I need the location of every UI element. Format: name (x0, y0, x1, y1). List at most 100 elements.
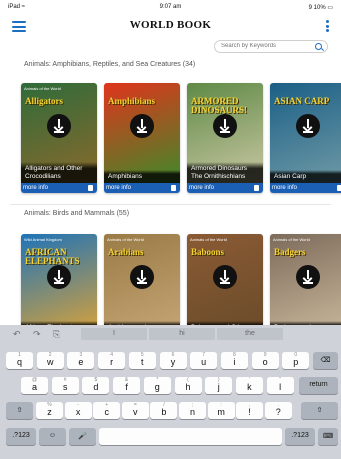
more-info-link[interactable]: more info (270, 183, 341, 193)
paste-icon[interactable]: ⎘ (53, 329, 60, 340)
search-field[interactable] (214, 40, 328, 53)
key-v[interactable]: = v (121, 402, 149, 419)
key-c[interactable]: + c (93, 402, 121, 419)
key-char: j (217, 382, 220, 392)
key-l[interactable]: " l (266, 377, 294, 394)
delete-key[interactable]: ⌫ (313, 352, 338, 369)
book-card[interactable]: Amphibians Amphibians more info (104, 83, 180, 193)
key-a[interactable]: @ a (21, 377, 48, 394)
book-cover[interactable]: Wild Animal KingdomAFRICAN ELEPHANTSAfri… (21, 234, 97, 334)
hide-keyboard-icon: ⌨ (322, 433, 334, 440)
cover-title: Alligators (25, 96, 63, 106)
download-icon[interactable] (296, 114, 320, 138)
download-icon[interactable] (296, 265, 320, 289)
key-char: c (104, 407, 109, 417)
key-char: ? (275, 407, 281, 417)
book-cover[interactable]: Animals of the World Alligators Alligators… (21, 83, 97, 183)
search-input[interactable] (221, 43, 317, 49)
search-icon[interactable] (315, 43, 322, 50)
book-cover[interactable]: ARMORED DINOSAURS! Armored Dinosaurs The … (187, 83, 263, 183)
download-icon[interactable] (130, 114, 154, 138)
book-cover[interactable]: ASIAN CARP Asian Carp (270, 83, 341, 183)
key-u[interactable]: 7u (190, 352, 218, 369)
key-f[interactable]: & f (113, 377, 141, 394)
more-info-label: more info (106, 185, 132, 191)
suggestion-3[interactable]: the (217, 328, 283, 340)
shift-key-right[interactable]: ⇧ (301, 402, 338, 419)
key-char: v (133, 407, 138, 417)
key-e[interactable]: 3e (67, 352, 95, 369)
space-bar[interactable] (99, 428, 282, 445)
key-d[interactable]: $ d (82, 377, 110, 394)
key-p[interactable]: 0p (282, 352, 310, 369)
numbers-key-left[interactable]: .?123 (6, 428, 36, 445)
more-info-link[interactable]: more info (187, 183, 263, 193)
more-options-icon[interactable] (326, 20, 330, 33)
key-char: u (201, 357, 207, 367)
key-i[interactable]: 8i (220, 352, 248, 369)
key-o[interactable]: 9o (251, 352, 279, 369)
key-m[interactable]: :m (207, 402, 235, 419)
download-icon[interactable] (213, 265, 237, 289)
key-q[interactable]: 1q (6, 352, 33, 369)
key-k[interactable]: ' k (235, 377, 263, 394)
key-w[interactable]: 2w (36, 352, 64, 369)
key-s[interactable]: # s (51, 377, 79, 394)
book-cover[interactable]: Animals of the WorldBaboonsBaboons and O… (187, 234, 263, 334)
book-card[interactable]: ARMORED DINOSAURS! Armored Dinosaurs The … (187, 83, 263, 193)
key-x[interactable]: -x (64, 402, 92, 419)
cover-title: AFRICAN ELEPHANTS (25, 247, 80, 266)
more-info-label: more info (189, 185, 215, 191)
key-?[interactable]: .? (264, 402, 292, 419)
key-z[interactable]: % z (36, 402, 63, 419)
return-label: return (309, 381, 328, 388)
section-title: Animals: Birds and Mammals (55) (24, 210, 130, 217)
book-cover[interactable]: Amphibians Amphibians (104, 83, 180, 183)
key-![interactable]: ,! (236, 402, 264, 419)
download-icon[interactable] (47, 265, 71, 289)
dictation-key[interactable]: 🎤 (69, 428, 96, 445)
book-cover[interactable]: Animals of the WorldArabiansArabians and (104, 234, 180, 334)
cover-title: Badgers (274, 247, 306, 257)
key-char: ! (248, 407, 251, 417)
app-logo: WORLD BOOK (129, 19, 212, 31)
cover-series-label: Wild Animal Kingdom (24, 237, 62, 242)
key-t[interactable]: 5t (128, 352, 156, 369)
emoji-key[interactable]: ☺ (39, 428, 66, 445)
key-char: q (16, 357, 22, 367)
key-h[interactable]: (h (174, 377, 202, 394)
key-char: f (125, 382, 128, 392)
suggestion-1[interactable]: I (81, 328, 147, 340)
numbers-key-right[interactable]: .?123 (285, 428, 315, 445)
book-card[interactable]: ASIAN CARP Asian Carp more info (270, 83, 341, 193)
key-j[interactable]: ) j (205, 377, 233, 394)
key-n[interactable]: ; n (179, 402, 206, 419)
key-r[interactable]: 4r (98, 352, 126, 369)
more-info-link[interactable]: more info (104, 183, 180, 193)
key-g[interactable]: * g (143, 377, 171, 394)
return-key[interactable]: return (299, 377, 338, 394)
shift-key-left[interactable]: ⇧ (6, 402, 33, 419)
key-char: z (47, 407, 52, 417)
hide-keyboard-key[interactable]: ⌨ (318, 428, 338, 445)
download-icon[interactable] (130, 265, 154, 289)
key-char: l (279, 382, 282, 392)
book-cover[interactable]: Animals of the WorldBadgersBadgers and (270, 234, 341, 334)
cover-series-label: Animals of the World (273, 237, 310, 242)
cover-title: Baboons (191, 247, 225, 257)
redo-icon[interactable]: ↷ (33, 329, 41, 340)
shift-icon: ⇧ (316, 407, 323, 414)
key-y[interactable]: 6y (159, 352, 187, 369)
key-char: w (46, 357, 54, 367)
suggestion-2[interactable]: hi (149, 328, 215, 340)
cover-title: Arabians (108, 247, 144, 257)
book-card[interactable]: Animals of the World Alligators Alligators… (21, 83, 97, 193)
download-icon[interactable] (213, 114, 237, 138)
key-b[interactable]: / b (150, 402, 178, 419)
section-divider (10, 204, 331, 205)
key-char: t (141, 357, 144, 367)
more-info-link[interactable]: more info (21, 183, 97, 193)
download-icon[interactable] (47, 114, 71, 138)
book-icon (88, 185, 93, 191)
undo-icon[interactable]: ↶ (13, 329, 21, 340)
